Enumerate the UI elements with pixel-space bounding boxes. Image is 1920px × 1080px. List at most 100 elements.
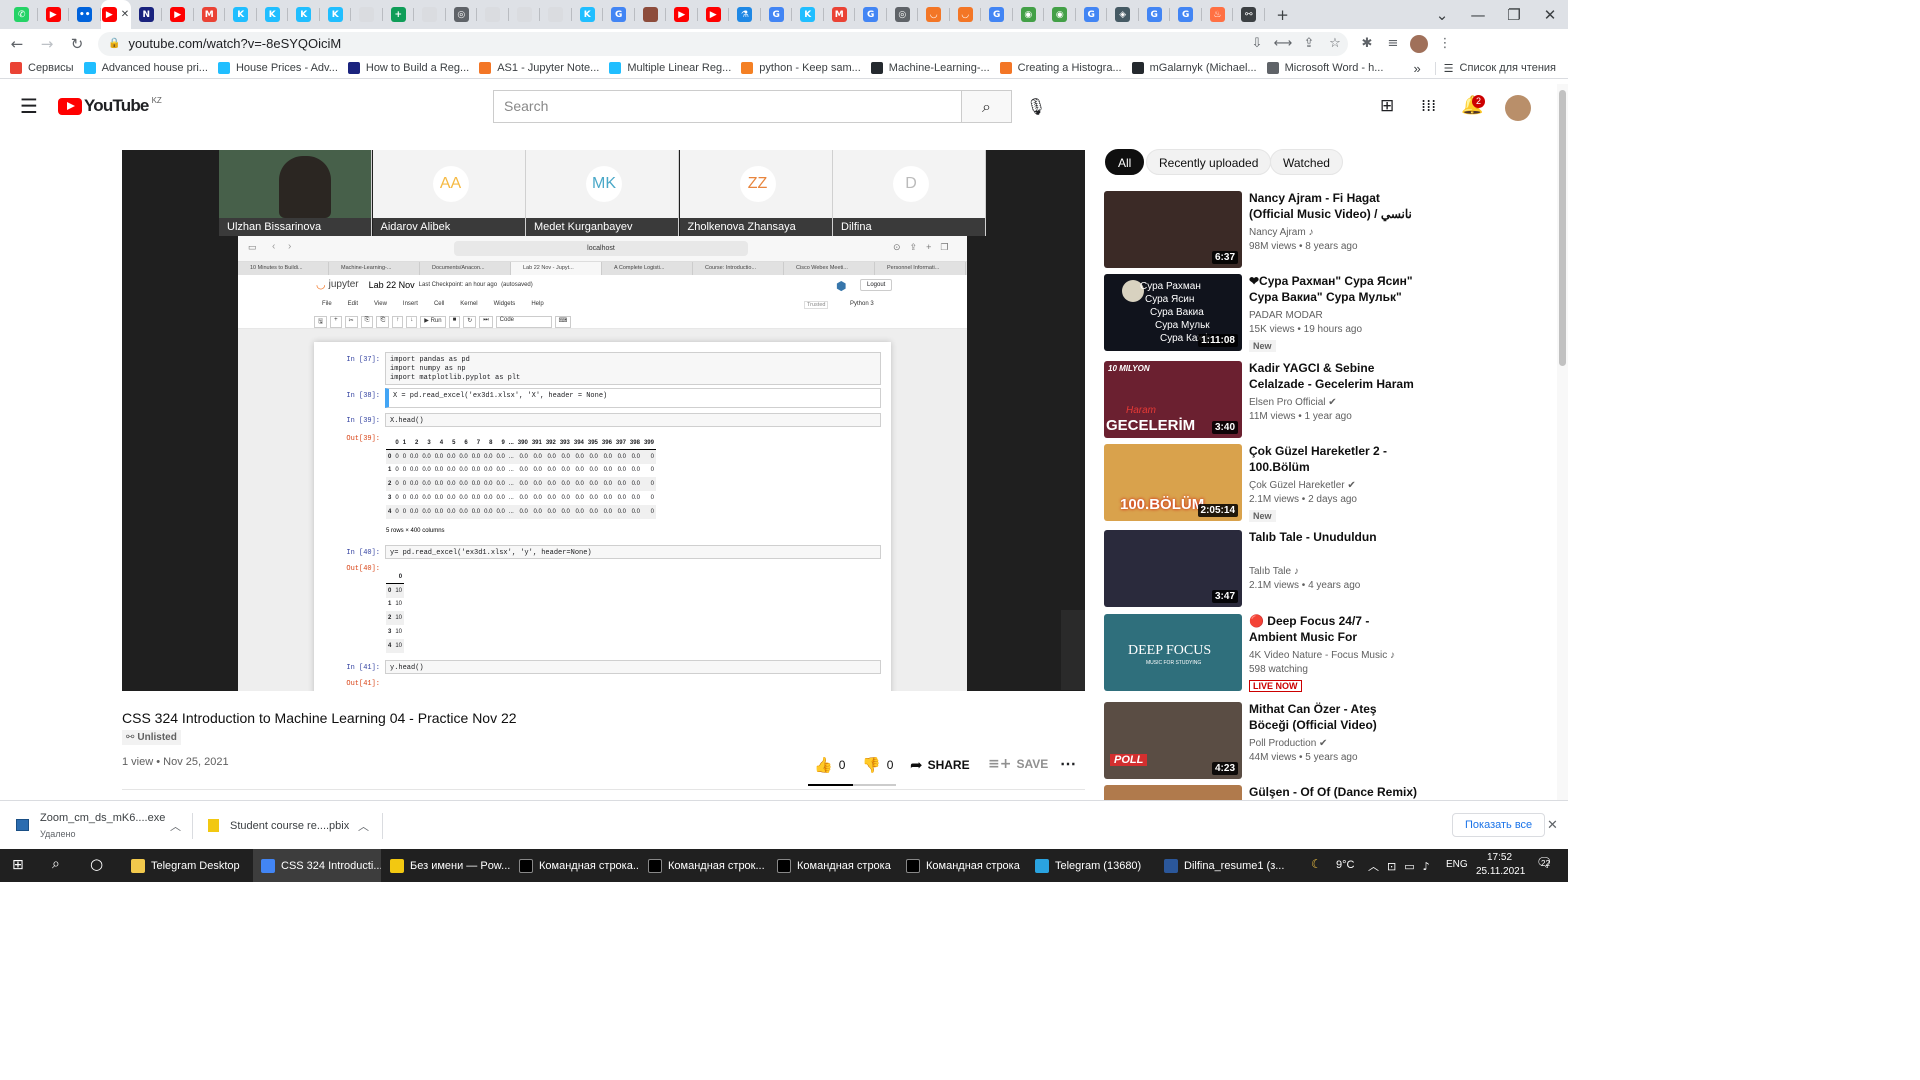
browser-tab[interactable]: ◡ [918, 0, 950, 29]
recommended-video[interactable]: 10 MILYON Haram GECELERİM 3:40 Kadir YAGCI &… [1104, 361, 1424, 441]
browser-tab[interactable]: K [792, 0, 824, 29]
weather-temperature[interactable]: 9°C [1336, 859, 1354, 871]
browser-tab[interactable] [540, 0, 572, 29]
recommended-video[interactable]: 100.BÖLÜM 2:05:14 Çok Güzel Hareketler 2 -… [1104, 444, 1424, 524]
bookmark-item[interactable]: Multiple Linear Reg... [609, 62, 731, 74]
taskbar-window-button[interactable]: Командная строка [898, 849, 1026, 882]
page-scrollbar[interactable] [1557, 84, 1568, 800]
video-thumbnail[interactable]: POLL 4:23 [1104, 702, 1242, 779]
browser-tab[interactable]: ◎ [887, 0, 919, 29]
video-thumbnail[interactable]: 3:47 [1104, 530, 1242, 607]
close-download-bar-icon[interactable]: ✕ [1547, 817, 1558, 833]
recommended-video-title[interactable]: Kadir YAGCI & Sebine Celalzade - Geceler… [1249, 360, 1419, 392]
chevron-up-icon[interactable]: ︿ [358, 818, 369, 834]
browser-menu-icon[interactable]: ⋮ [1432, 36, 1458, 51]
dislike-button[interactable]: 👎 0 [862, 756, 893, 774]
browser-tab[interactable] [509, 0, 541, 29]
recommended-video-title[interactable]: Nancy Ajram - Fi Hagat (Official Music V… [1249, 190, 1419, 224]
browser-tab[interactable]: K [320, 0, 352, 29]
taskbar-window-button[interactable]: Командная строк... [640, 849, 768, 882]
browser-tab[interactable]: ◎ [446, 0, 478, 29]
taskbar-window-button[interactable]: Telegram Desktop [123, 849, 251, 882]
browser-tab[interactable]: ▶ [698, 0, 730, 29]
clock-time[interactable]: 17:52 [1487, 852, 1512, 863]
channel-name[interactable]: 4K Video Nature - Focus Music ♪ [1249, 650, 1395, 661]
video-thumbnail[interactable]: 100.BÖLÜM 2:05:14 [1104, 444, 1242, 521]
bookmark-item[interactable]: AS1 - Jupyter Note... [479, 62, 599, 74]
bookmark-star-icon[interactable]: ☆ [1322, 36, 1348, 51]
browser-tab[interactable] [477, 0, 509, 29]
browser-tab[interactable]: K [257, 0, 289, 29]
browser-tab[interactable]: G [855, 0, 887, 29]
reload-icon[interactable]: ↻ [64, 35, 90, 53]
browser-tab[interactable]: N [131, 0, 163, 29]
cortana-icon[interactable]: ○ [90, 855, 103, 873]
channel-name[interactable]: Talıb Tale ♪ [1249, 566, 1299, 577]
taskbar-window-button[interactable]: Без имени — Pow... [382, 849, 510, 882]
address-bar[interactable]: 🔒 youtube.com/watch?v=-8eSYQOiciM ⇩ ⟷ ⇪ … [98, 31, 1348, 56]
translate-icon[interactable]: ⟷ [1270, 36, 1296, 51]
close-tab-icon[interactable]: ✕ [121, 9, 129, 20]
start-button[interactable]: ⊞ [12, 857, 24, 873]
tab-search-icon[interactable]: ⌄ [1424, 6, 1460, 24]
recommended-video-title[interactable]: ❤Сура Рахман" Сура Ясин" Сура Вакиа" Сур… [1249, 273, 1419, 307]
taskbar-window-button[interactable]: Dilfina_resume1 (з... [1156, 849, 1284, 882]
clock-date[interactable]: 25.11.2021 [1476, 866, 1525, 877]
browser-tab[interactable]: G [603, 0, 635, 29]
apps-grid-icon[interactable]: ⁞⁞⁞ [1421, 96, 1436, 115]
youtube-logo[interactable]: YouTube KZ [58, 96, 162, 116]
bookmark-item[interactable]: python - Keep sam... [741, 62, 861, 74]
browser-tab[interactable]: M [824, 0, 856, 29]
video-player[interactable]: Ulzhan Bissarinova AA Aidarov Alibek MK Mede… [122, 150, 1085, 691]
bookmark-item[interactable]: How to Build a Reg... [347, 62, 469, 74]
browser-tab[interactable]: ⚯ [1233, 0, 1265, 29]
download-item[interactable]: Zoom_cm_ds_mK6....exe Удалено ︿ [10, 809, 185, 843]
video-thumbnail[interactable]: 6:37 [1104, 191, 1242, 268]
reading-list-icon[interactable]: ≡ [1380, 36, 1406, 51]
filter-chip[interactable]: Recently uploaded [1146, 149, 1272, 175]
browser-tab[interactable]: G [981, 0, 1013, 29]
close-window-icon[interactable]: ✕ [1532, 6, 1568, 24]
browser-tab[interactable]: G [1076, 0, 1108, 29]
browser-tab[interactable]: ◈ [1107, 0, 1139, 29]
new-tab-button[interactable]: + [1265, 6, 1301, 24]
share-icon[interactable]: ⇪ [1296, 36, 1322, 51]
filter-chip[interactable]: All [1105, 149, 1145, 175]
weather-icon[interactable]: ☾ [1311, 857, 1322, 871]
video-thumbnail[interactable]: Сура Рахман Сура Ясин Сура Вакиа Сура Мульк… [1104, 274, 1242, 351]
input-language[interactable]: ENG [1446, 859, 1468, 870]
recommended-video-title[interactable]: 🔴 Deep Focus 24/7 - Ambient Music For St… [1249, 613, 1419, 647]
profile-avatar[interactable] [1410, 34, 1428, 53]
bookmark-item[interactable]: Microsoft Word - h... [1266, 62, 1383, 74]
recommended-video-title[interactable]: Çok Güzel Hareketler 2 - 100.Bölüm [1249, 443, 1419, 475]
bookmark-item[interactable]: Creating a Histogra... [999, 62, 1122, 74]
forward-icon[interactable]: → [34, 35, 60, 53]
browser-tab[interactable]: •• [69, 0, 101, 29]
browser-tab[interactable]: G [1170, 0, 1202, 29]
more-actions-icon[interactable]: ⋯ [1060, 754, 1076, 774]
taskbar-window-button[interactable]: Командная строка... [511, 849, 639, 882]
guide-menu-icon[interactable]: ☰ [20, 94, 38, 118]
voice-search-button[interactable]: 🎙 [1021, 92, 1051, 122]
recommended-video[interactable]: POLL 4:23 Mithat Can Özer - Ateş Böceği (O… [1104, 702, 1424, 782]
channel-name[interactable]: Elsen Pro Official ✔ [1249, 397, 1337, 408]
search-button[interactable]: ⌕ [961, 90, 1012, 123]
browser-tab[interactable]: ✆ [6, 0, 38, 29]
browser-tab[interactable]: ◡ [950, 0, 982, 29]
extensions-icon[interactable]: ✱ [1354, 36, 1380, 51]
taskbar-window-button[interactable]: Telegram (13680) [1027, 849, 1155, 882]
recommended-video-title[interactable]: Talıb Tale - Unuduldun [1249, 529, 1419, 545]
search-input[interactable]: Search [493, 90, 962, 123]
scrollbar-thumb[interactable] [1559, 90, 1566, 366]
bookmark-item[interactable]: mGalarnyk (Michael... [1131, 62, 1257, 74]
recommended-video[interactable]: 6:37 Nancy Ajram - Fi Hagat (Official Mus… [1104, 191, 1424, 271]
browser-tab[interactable]: ▶ ✕ [100, 0, 131, 29]
recommended-video[interactable]: 3:47 Talıb Tale - Unuduldun Talıb Tale ♪ 2.… [1104, 530, 1424, 610]
browser-tab[interactable]: ▶ [666, 0, 698, 29]
download-item[interactable]: Student course re....pbix ︿ [200, 809, 375, 843]
tray-icons[interactable]: ︿⊡▭♪ [1368, 858, 1438, 874]
channel-name[interactable]: Nancy Ajram ♪ [1249, 227, 1313, 238]
browser-tab[interactable]: ◉ [1044, 0, 1076, 29]
like-button[interactable]: 👍 0 [814, 756, 845, 774]
bookmark-item[interactable]: Advanced house pri... [83, 62, 208, 74]
